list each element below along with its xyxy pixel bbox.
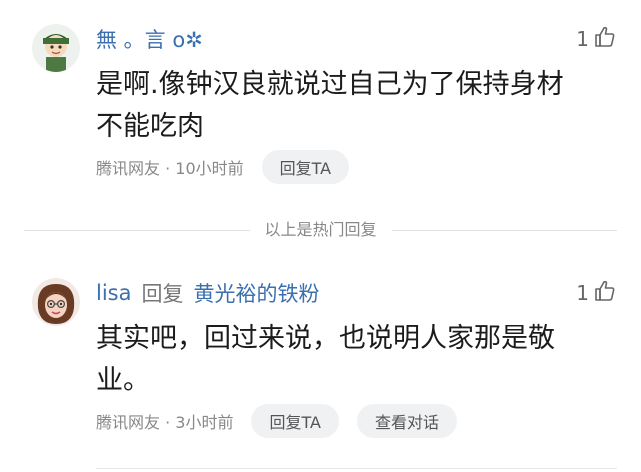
comment-item: 無 。言 o✲ 1 是啊.像钟汉良就说过自己为了保持身材 不能吃肉 腾讯网友 ·… [0, 0, 641, 200]
avatar[interactable] [32, 278, 80, 326]
reply-button[interactable]: 回复TA [251, 404, 339, 438]
avatar-image [32, 278, 80, 326]
avatar-image [32, 24, 80, 72]
reply-indicator: 回复 [141, 282, 184, 306]
like-count: 1 [576, 281, 589, 305]
reply-target-username[interactable]: 黄光裕的铁粉 [193, 278, 319, 308]
comment-meta: 腾讯网友 · 3小时前 回复TA 查看对话 [96, 404, 457, 438]
view-conversation-button[interactable]: 查看对话 [356, 404, 457, 438]
bottom-divider [96, 468, 617, 469]
like-button[interactable]: 1 [576, 24, 617, 54]
username[interactable]: lisa [96, 281, 131, 305]
comment-source: 腾讯网友 · 3小时前 [96, 413, 234, 432]
comment-text-line: 是啊.像钟汉良就说过自己为了保持身材 [96, 69, 564, 100]
comment-meta: 腾讯网友 · 10小时前 回复TA [96, 150, 350, 184]
comment-text: 其实吧，回过来说，也说明人家那是敬 业。 [96, 318, 606, 402]
comment-item: lisa 回复 黄光裕的铁粉 1 其实吧，回过来说，也说明人家那是敬 业。 腾讯… [0, 262, 641, 472]
comment-text-line: 其实吧，回过来说，也说明人家那是敬 [96, 323, 555, 354]
like-count: 1 [576, 27, 589, 51]
comment-text: 是啊.像钟汉良就说过自己为了保持身材 不能吃肉 [96, 64, 606, 148]
comment-source: 腾讯网友 · 10小时前 [96, 159, 244, 178]
comment-text-line: 不能吃肉 [96, 111, 204, 142]
comment-header: 無 。言 o✲ [96, 24, 203, 54]
reply-button[interactable]: 回复TA [261, 150, 350, 184]
hot-replies-divider: 以上是热门回复 [0, 218, 641, 242]
username[interactable]: 無 。言 o✲ [96, 24, 203, 54]
thumbs-up-icon [593, 279, 617, 308]
comment-text-line: 业。 [96, 365, 150, 396]
comment-header: lisa 回复 黄光裕的铁粉 [96, 278, 319, 308]
thumbs-up-icon [593, 25, 617, 54]
divider-line-right [392, 230, 617, 231]
avatar[interactable] [32, 24, 80, 72]
like-button[interactable]: 1 [576, 278, 617, 308]
